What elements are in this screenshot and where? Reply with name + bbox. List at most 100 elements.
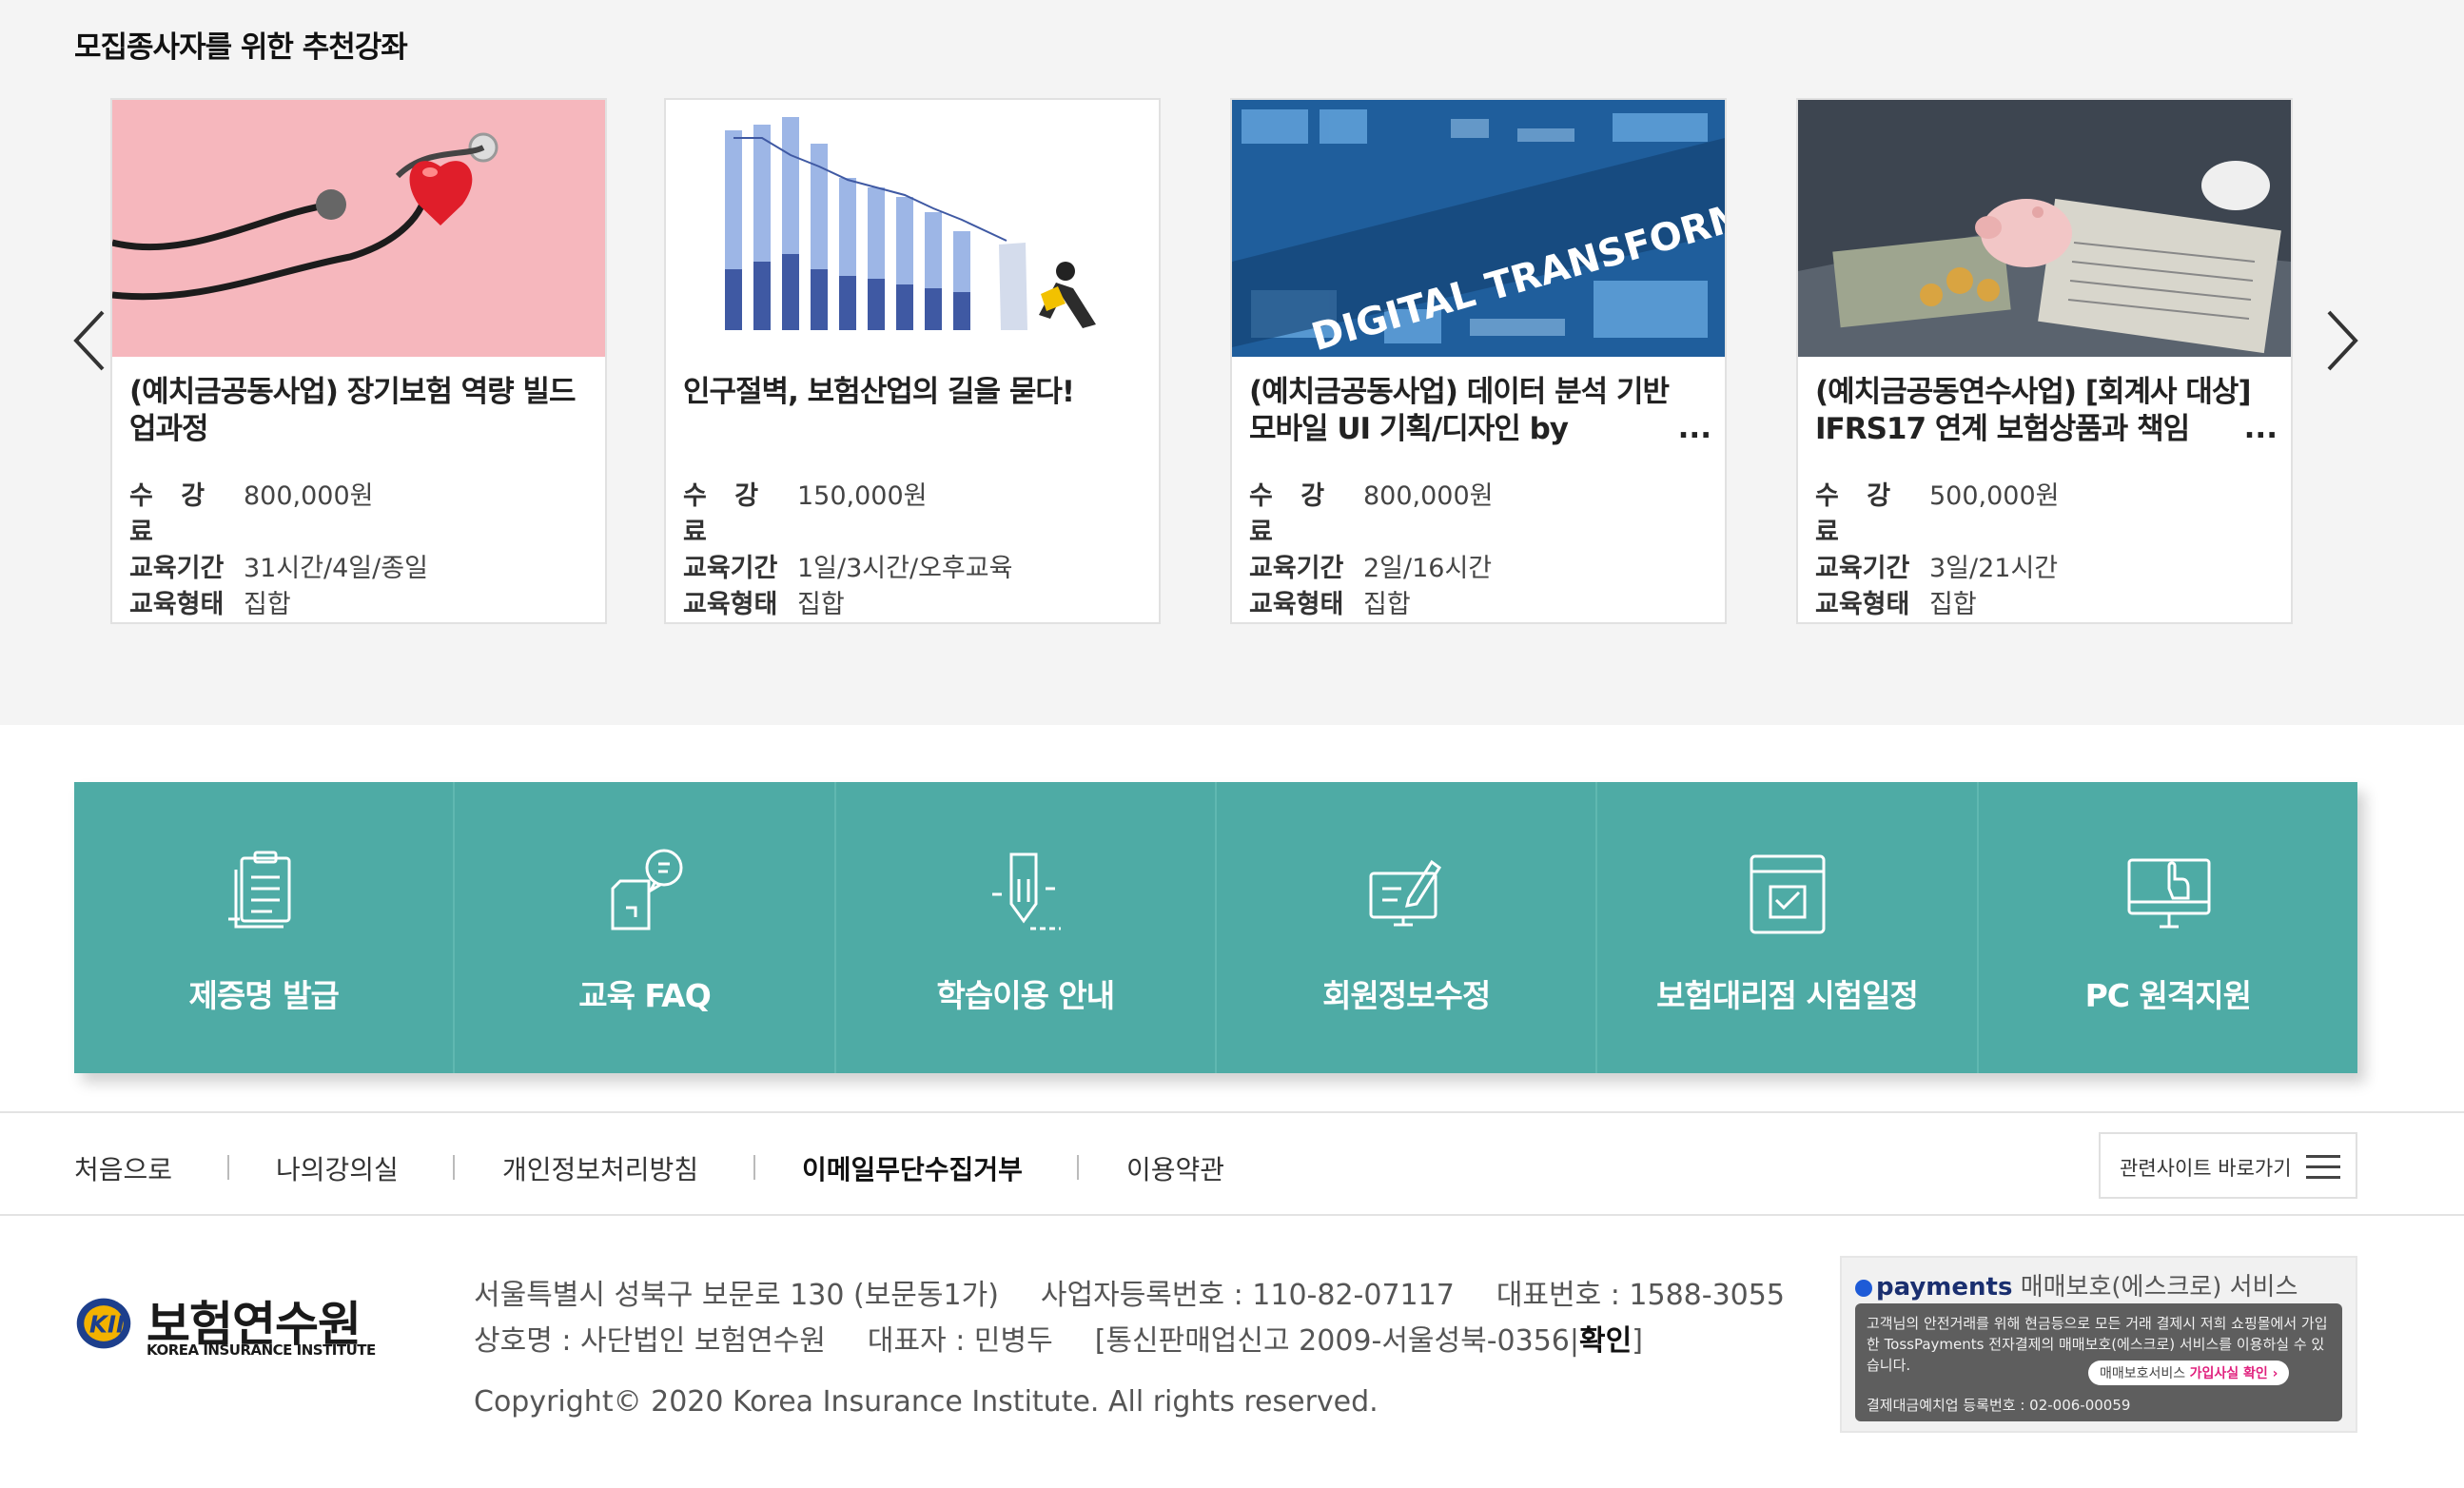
business-number: 사업자등록번호 : 110-82-07117 (1040, 1279, 1455, 1312)
logo-subtitle: KOREA INSURANCE INSTITUTE (147, 1341, 376, 1359)
course-title: (예치금공동연수사업) [회계사 대상] IFRS17 연계 보험상품과 책임 (1815, 375, 2252, 446)
footer-link-email-refusal[interactable]: 이메일무단수집거부 (802, 1149, 1023, 1187)
footer-link-privacy-policy[interactable]: 개인정보처리방침 (502, 1149, 698, 1187)
course-thumbnail: DIGITAL TRANSFORMATION (1232, 100, 1725, 357)
calendar-check-icon (1734, 841, 1839, 946)
fee-label: 수 강 료 (1815, 481, 1901, 547)
slider-prev-button[interactable] (67, 303, 114, 379)
faq-icon (592, 841, 696, 946)
quick-menu-label: 학습이용 안내 (936, 977, 1115, 1014)
course-type: 집합 (244, 590, 291, 619)
telecom-registration: [통신판매업신고 2009-서울성북-0356| (1094, 1324, 1579, 1358)
escrow-service-banner[interactable]: payments 매매보호(에스크로) 서비스 고객님의 안전거래를 위해 현금… (1840, 1256, 2357, 1433)
ceo-name: 대표자 : 민병두 (867, 1324, 1053, 1358)
fee-label: 수 강 료 (683, 481, 769, 547)
quick-menu-exam-schedule[interactable]: 보험대리점 시험일정 (1597, 782, 1979, 1073)
type-label: 교육형태 (1815, 590, 1910, 619)
footer-divider (227, 1155, 229, 1180)
recommended-courses-section: 모집종사자를 위한 추천강좌 (예치금공동사업) 장기보험 역량 빌드업과정 수… (0, 0, 2464, 725)
company-name: 상호명 : 사단법인 보험연수원 (474, 1324, 826, 1358)
period-label: 교육기간 (1249, 554, 1344, 583)
course-type: 집합 (1363, 590, 1411, 619)
quick-menu: 제증명 발급 교육 FAQ 학습이용 안내 회원정보수정 보험대리점 시험일정 … (74, 782, 2357, 1073)
course-thumbnail (112, 100, 605, 357)
kii-logo: KII 보험연수원 KOREA INSURANCE INSTITUTE (72, 1286, 377, 1362)
course-card[interactable]: 인구절벽, 보험산업의 길을 묻다! 수 강 료 150,000원 교육기간 1일/… (664, 98, 1161, 624)
chevron-left-icon (73, 310, 105, 371)
course-type: 집합 (797, 590, 845, 619)
footer-nav: 처음으로 나의강의실 개인정보처리방침 이메일무단수집거부 이용약관 관련사이트… (0, 1111, 2464, 1216)
course-title: 인구절벽, 보험산업의 길을 묻다! (683, 375, 1075, 409)
toss-logo-icon (1855, 1279, 1872, 1297)
footer-link-terms[interactable]: 이용약관 (1126, 1149, 1224, 1187)
title-ellipsis: ... (1677, 411, 1711, 445)
logo-mark-icon: KII (76, 1298, 131, 1349)
course-period: 3일/21시간 (1929, 554, 2059, 583)
quick-menu-label: 교육 FAQ (578, 977, 712, 1014)
telecom-registration-end: ] (1632, 1324, 1643, 1358)
fee-label: 수 강 료 (1249, 481, 1335, 547)
related-sites-button[interactable]: 관련사이트 바로가기 (2099, 1132, 2357, 1199)
footer-divider (753, 1155, 755, 1180)
escrow-pill-label: 매매보호서비스 (2100, 1366, 2186, 1381)
escrow-registration: 결제대금예치업 등록번호 : 02-006-00059 (1867, 1397, 2131, 1414)
slider-next-button[interactable] (2317, 303, 2365, 379)
escrow-pill-link: 가입사실 확인 › (2189, 1366, 2278, 1381)
quick-menu-learning-guide[interactable]: 학습이용 안내 (836, 782, 1217, 1073)
course-period: 31시간/4일/종일 (244, 554, 428, 583)
course-thumbnail (1798, 100, 2291, 357)
quick-menu-remote-support[interactable]: PC 원격지원 (1979, 782, 2357, 1073)
escrow-header: payments 매매보호(에스크로) 서비스 (1855, 1267, 2298, 1302)
footer-link-my-classroom[interactable]: 나의강의실 (276, 1149, 399, 1187)
course-type: 집합 (1929, 590, 1977, 619)
course-card[interactable]: DIGITAL TRANSFORMATION (예치금공동사업) 데이터 분석 … (1230, 98, 1727, 624)
course-info: 수 강 료 800,000원 교육기간 2일/16시간 교육형태 집합 (1249, 479, 1494, 623)
type-label: 교육형태 (129, 590, 225, 619)
course-thumbnail (666, 100, 1159, 357)
phone-number: 대표번호 : 1588-3055 (1496, 1279, 1785, 1312)
footer-divider (453, 1155, 455, 1180)
course-period: 1일/3시간/오후교육 (797, 554, 1013, 583)
escrow-info-box: 고객님의 안전거래를 위해 현금등으로 모든 거래 결제시 저희 쇼핑몰에서 가… (1855, 1303, 2342, 1421)
footer-link-home[interactable]: 처음으로 (74, 1149, 172, 1187)
period-label: 교육기간 (1815, 554, 1910, 583)
remote-pc-icon (2116, 841, 2220, 946)
escrow-brand: payments (1876, 1273, 2013, 1302)
course-card[interactable]: (예치금공동연수사업) [회계사 대상] IFRS17 연계 보험상품과 책임 … (1796, 98, 2293, 624)
company-info: 서울특별시 성북구 보문로 130 (보문동1가) 사업자등록번호 : 110-8… (474, 1273, 1827, 1364)
fee-label: 수 강 료 (129, 481, 215, 547)
logo-mark-text: KII (89, 1310, 125, 1338)
quick-menu-label: 보험대리점 시험일정 (1656, 977, 1919, 1014)
type-label: 교육형태 (1249, 590, 1344, 619)
title-ellipsis: ... (2243, 411, 2278, 445)
course-info: 수 강 료 800,000원 교육기간 31시간/4일/종일 교육형태 집합 (129, 479, 428, 623)
period-label: 교육기간 (683, 554, 778, 583)
course-fee: 800,000원 (244, 481, 374, 511)
quick-menu-certificate[interactable]: 제증명 발급 (74, 782, 456, 1073)
escrow-confirm-button[interactable]: 매매보호서비스 가입사실 확인 › (2088, 1361, 2290, 1385)
section-title: 모집종사자를 위한 추천강좌 (74, 30, 408, 65)
copyright: Copyright© 2020 Korea Insurance Institut… (474, 1385, 1379, 1419)
course-info: 수 강 료 150,000원 교육기간 1일/3시간/오후교육 교육형태 집합 (683, 479, 1012, 623)
course-card[interactable]: (예치금공동사업) 장기보험 역량 빌드업과정 수 강 료 800,000원 교육… (110, 98, 607, 624)
related-sites-label: 관련사이트 바로가기 (2120, 1157, 2292, 1180)
pen-guide-icon (973, 841, 1078, 946)
certificate-icon (211, 841, 316, 946)
course-fee: 150,000원 (797, 481, 928, 511)
period-label: 교육기간 (129, 554, 225, 583)
quick-menu-member-edit[interactable]: 회원정보수정 (1217, 782, 1598, 1073)
course-fee: 500,000원 (1929, 481, 2060, 511)
course-period: 2일/16시간 (1363, 554, 1493, 583)
address: 서울특별시 성북구 보문로 130 (보문동1가) (474, 1279, 999, 1312)
course-info: 수 강 료 500,000원 교육기간 3일/21시간 교육형태 집합 (1815, 479, 2060, 623)
type-label: 교육형태 (683, 590, 778, 619)
member-edit-icon (1354, 841, 1458, 946)
telecom-confirm-link[interactable]: 확인 (1579, 1324, 1632, 1358)
course-fee: 800,000원 (1363, 481, 1494, 511)
course-title: (예치금공동사업) 장기보험 역량 빌드업과정 (129, 375, 577, 446)
course-title: (예치금공동사업) 데이터 분석 기반 모바일 UI 기획/디자인 by (1249, 375, 1670, 446)
hamburger-icon (2306, 1155, 2340, 1180)
quick-menu-label: 회원정보수정 (1322, 977, 1491, 1014)
escrow-title: 매매보호(에스크로) 서비스 (2020, 1273, 2298, 1302)
quick-menu-faq[interactable]: 교육 FAQ (455, 782, 836, 1073)
